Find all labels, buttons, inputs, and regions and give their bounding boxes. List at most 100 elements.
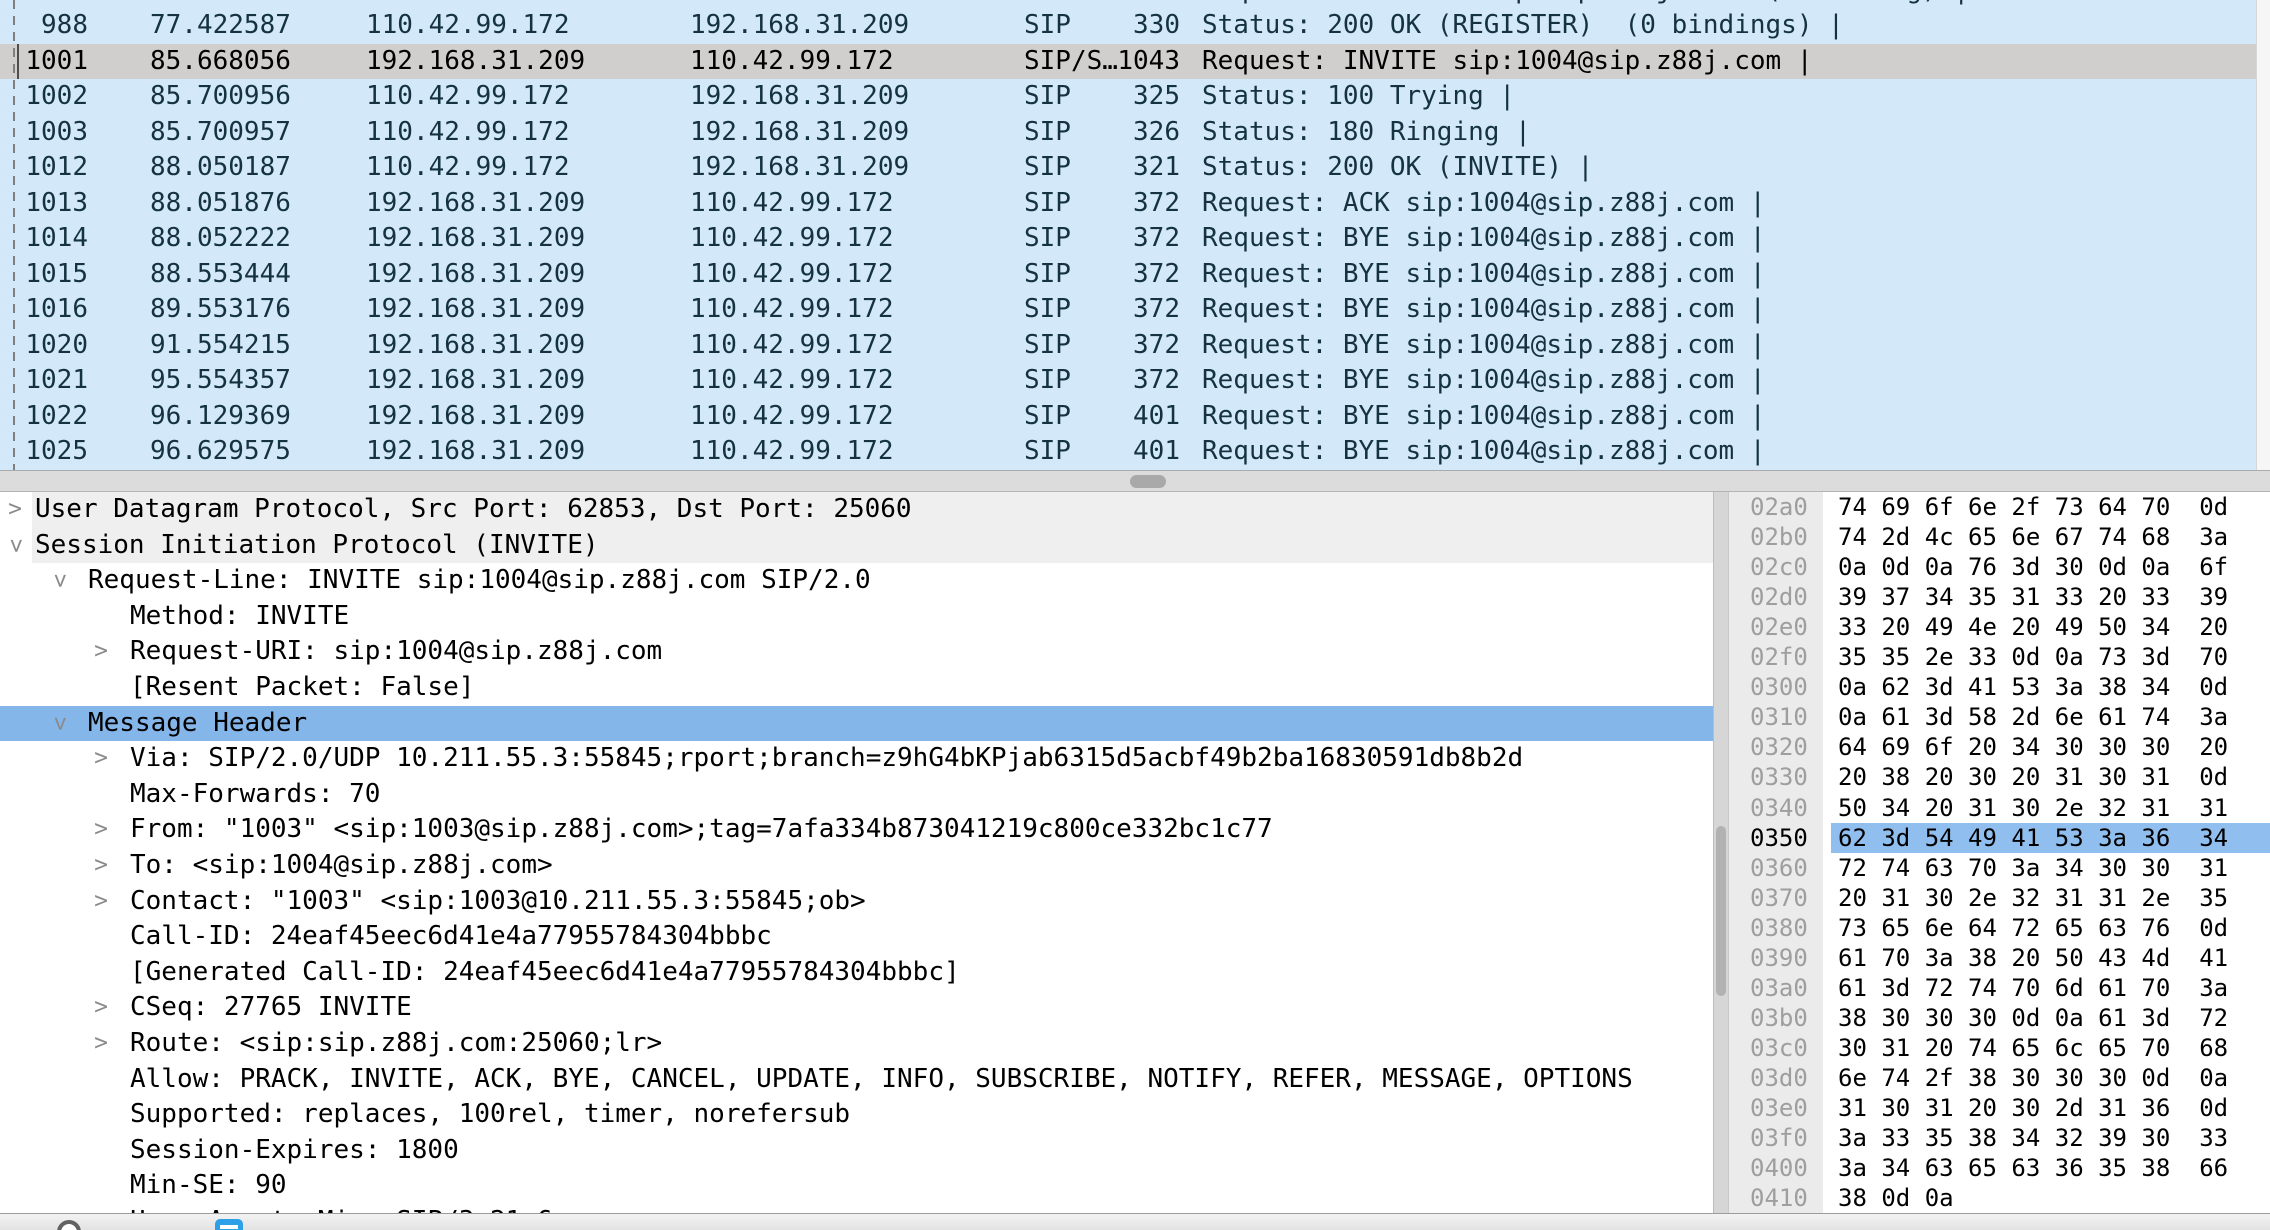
- detail-row-text: Request-Line: INVITE sip:1004@sip.z88j.c…: [88, 563, 871, 599]
- detail-row-text: Session Initiation Protocol (INVITE): [35, 528, 599, 564]
- chevron-right-icon[interactable]: >: [88, 990, 114, 1026]
- detail-row[interactable]: >Request-URI: sip:1004@sip.z88j.com: [0, 634, 1713, 670]
- packetlist-hscrollbar[interactable]: [0, 470, 2270, 492]
- packetlist-vscrollbar[interactable]: [2256, 0, 2270, 470]
- chevron-right-icon[interactable]: >: [88, 884, 114, 920]
- detail-row[interactable]: User-Agent: MicroSIP/3.21.6: [0, 1204, 1713, 1213]
- capture-comment-icon[interactable]: [215, 1219, 243, 1230]
- packet-row[interactable]: 101288.050187110.42.99.172192.168.31.209…: [0, 150, 2256, 186]
- hex-row[interactable]: 02f035 35 2e 33 0d 0a 73 3d 70: [1729, 642, 2270, 672]
- hex-row[interactable]: 034050 34 20 31 30 2e 32 31 31: [1729, 793, 2270, 823]
- detail-row[interactable]: > CSeq: 27765 INVITE: [0, 990, 1713, 1026]
- detail-row[interactable]: >Contact: "1003" <sip:1003@10.211.55.3:5…: [0, 884, 1713, 920]
- hex-bytes: 0a 62 3d 41 53 3a 38 34 0d: [1831, 672, 2270, 702]
- packet-cell-time: 85.700957: [150, 115, 291, 151]
- chevron-right-icon[interactable]: >: [88, 741, 114, 777]
- packet-cell-info: Request: BYE sip:1004@sip.z88j.com |: [1202, 328, 1766, 364]
- packet-cell-destination: 110.42.99.172: [690, 292, 894, 328]
- detail-row[interactable]: Max-Forwards: 70: [0, 777, 1713, 813]
- hex-row[interactable]: 037020 31 30 2e 32 31 31 2e 35: [1729, 883, 2270, 913]
- hex-bytes: 74 69 6f 6e 2f 73 64 70 0d: [1831, 492, 2270, 522]
- detail-row[interactable]: >To: <sip:1004@sip.z88j.com>: [0, 848, 1713, 884]
- hex-row[interactable]: 03b038 30 30 30 0d 0a 61 3d 72: [1729, 1003, 2270, 1033]
- packet-cell-destination: 110.42.99.172: [690, 434, 894, 470]
- detail-row[interactable]: >User Datagram Protocol, Src Port: 62853…: [0, 492, 1713, 528]
- detail-row[interactable]: [Generated Call-ID: 24eaf45eec6d41e4a779…: [0, 955, 1713, 991]
- packet-row[interactable]: 101388.051876192.168.31.209110.42.99.172…: [0, 186, 2256, 222]
- hex-row[interactable]: 041038 0d 0a: [1729, 1183, 2270, 1213]
- hex-row[interactable]: 03e031 30 31 20 30 2d 31 36 0d: [1729, 1093, 2270, 1123]
- packet-cell-length: 372: [1045, 186, 1180, 222]
- detail-row[interactable]: Supported: replaces, 100rel, timer, nore…: [0, 1097, 1713, 1133]
- packet-row[interactable]: 102596.629575192.168.31.209110.42.99.172…: [0, 434, 2256, 470]
- detail-row-text: CSeq: 27765 INVITE: [130, 990, 412, 1026]
- chevron-right-icon[interactable]: >: [88, 634, 114, 670]
- hex-row[interactable]: 03a061 3d 72 74 70 6d 61 70 3a: [1729, 973, 2270, 1003]
- chevron-right-icon[interactable]: >: [88, 812, 114, 848]
- detail-row[interactable]: >From: "1003" <sip:1003@sip.z88j.com>;ta…: [0, 812, 1713, 848]
- hex-row[interactable]: 02a074 69 6f 6e 2f 73 64 70 0d: [1729, 492, 2270, 522]
- packet-cell-destination: 192.168.31.209: [690, 115, 909, 151]
- chevron-down-icon[interactable]: >: [0, 532, 33, 558]
- hex-offset-label: 0350: [1750, 823, 1808, 853]
- hex-row[interactable]: 02c00a 0d 0a 76 3d 30 0d 0a 6f: [1729, 552, 2270, 582]
- packet-row[interactable]: 101488.052222192.168.31.209110.42.99.172…: [0, 221, 2256, 257]
- chevron-right-icon[interactable]: >: [88, 848, 114, 884]
- detail-row[interactable]: >Route: <sip:sip.z88j.com:25060;lr>: [0, 1026, 1713, 1062]
- hex-row[interactable]: 02d039 37 34 35 31 33 20 33 39: [1729, 582, 2270, 612]
- chevron-right-icon[interactable]: >: [88, 1026, 114, 1062]
- detail-row[interactable]: Min-SE: 90: [0, 1168, 1713, 1204]
- hex-row[interactable]: 04003a 34 63 65 63 36 35 38 66: [1729, 1153, 2270, 1183]
- detail-row[interactable]: >Message Header: [0, 706, 1713, 742]
- chevron-right-icon[interactable]: >: [2, 492, 28, 528]
- expert-info-icon[interactable]: [57, 1220, 81, 1230]
- hex-row[interactable]: 02b074 2d 4c 65 6e 67 74 68 3a: [1729, 522, 2270, 552]
- hex-row[interactable]: 039061 70 3a 38 20 50 43 4d 41: [1729, 943, 2270, 973]
- hex-row[interactable]: 036072 74 63 70 3a 34 30 30 31: [1729, 853, 2270, 883]
- detail-row-text: Max-Forwards: 70: [130, 777, 380, 813]
- details-vscrollbar[interactable]: [1713, 492, 1728, 1213]
- hex-row[interactable]: 033020 38 20 30 20 31 30 31 0d: [1729, 762, 2270, 792]
- detail-row[interactable]: Call-ID: 24eaf45eec6d41e4a77955784304bbb…: [0, 919, 1713, 955]
- detail-row[interactable]: Method: INVITE: [0, 599, 1713, 635]
- packet-row[interactable]: 101689.553176192.168.31.209110.42.99.172…: [0, 292, 2256, 328]
- detail-row-text: Allow: PRACK, INVITE, ACK, BYE, CANCEL, …: [130, 1062, 1633, 1098]
- hex-row[interactable]: 03000a 62 3d 41 53 3a 38 34 0d: [1729, 672, 2270, 702]
- hscrollbar-thumb[interactable]: [1130, 475, 1166, 488]
- packet-row[interactable]: 98877.422587110.42.99.172192.168.31.209S…: [0, 8, 2256, 44]
- hex-bytes: 3a 34 63 65 63 36 35 38 66: [1831, 1153, 2270, 1183]
- hex-row[interactable]: 02e033 20 49 4e 20 49 50 34 20: [1729, 612, 2270, 642]
- packet-row-partial[interactable]: 98777.421192.168.31.209110.42.99.172SIP4…: [0, 0, 2256, 8]
- packet-row[interactable]: 100285.700956110.42.99.172192.168.31.209…: [0, 79, 2256, 115]
- hex-row[interactable]: 035062 3d 54 49 41 53 3a 36 34: [1729, 823, 2270, 853]
- packet-cell-destination: 192.168.31.209: [690, 8, 909, 44]
- detail-row[interactable]: >Session Initiation Protocol (INVITE): [0, 528, 1713, 564]
- detail-row[interactable]: > Request-Line: INVITE sip:1004@sip.z88j.…: [0, 563, 1713, 599]
- hex-row[interactable]: 032064 69 6f 20 34 30 30 30 20: [1729, 732, 2270, 762]
- packet-row[interactable]: 102091.554215192.168.31.209110.42.99.172…: [0, 328, 2256, 364]
- detail-row[interactable]: [Resent Packet: False]: [0, 670, 1713, 706]
- hex-row[interactable]: 03d06e 74 2f 38 30 30 30 0d 0a: [1729, 1063, 2270, 1093]
- chevron-down-icon[interactable]: >: [41, 710, 77, 736]
- detail-row[interactable]: Session-Expires: 1800: [0, 1133, 1713, 1169]
- packet-cell-length: 372: [1045, 363, 1180, 399]
- hex-row[interactable]: 03100a 61 3d 58 2d 6e 61 74 3a: [1729, 702, 2270, 732]
- packet-row[interactable]: 100385.700957110.42.99.172192.168.31.209…: [0, 115, 2256, 151]
- packet-row[interactable]: 102296.129369192.168.31.209110.42.99.172…: [0, 399, 2256, 435]
- hex-bytes: 20 38 20 30 20 31 30 31 0d: [1831, 762, 2270, 792]
- detail-row[interactable]: >Via: SIP/2.0/UDP 10.211.55.3:55845;rpor…: [0, 741, 1713, 777]
- packet-cell-destination: 110.42.99.172: [690, 186, 894, 222]
- packet-row[interactable]: 101588.553444192.168.31.209110.42.99.172…: [0, 257, 2256, 293]
- packet-row[interactable]: 102195.554357192.168.31.209110.42.99.172…: [0, 363, 2256, 399]
- packet-cell-length: 321: [1045, 150, 1180, 186]
- hex-row[interactable]: 038073 65 6e 64 72 65 63 76 0d: [1729, 913, 2270, 943]
- detail-row[interactable]: Allow: PRACK, INVITE, ACK, BYE, CANCEL, …: [0, 1062, 1713, 1098]
- hex-row[interactable]: 03c030 31 20 74 65 6c 65 70 68: [1729, 1033, 2270, 1063]
- hex-bytes: 6e 74 2f 38 30 30 30 0d 0a: [1831, 1063, 2270, 1093]
- chevron-down-icon[interactable]: >: [41, 568, 77, 594]
- packet-cell-destination: 110.42.99.172: [690, 44, 894, 80]
- hex-row[interactable]: 03f03a 33 35 38 34 32 39 30 33: [1729, 1123, 2270, 1153]
- details-vscrollbar-thumb[interactable]: [1716, 826, 1726, 996]
- packet-cell-info: Request: BYE sip:1004@sip.z88j.com |: [1202, 257, 1766, 293]
- packet-row[interactable]: 100185.668056192.168.31.209110.42.99.172…: [0, 44, 2256, 80]
